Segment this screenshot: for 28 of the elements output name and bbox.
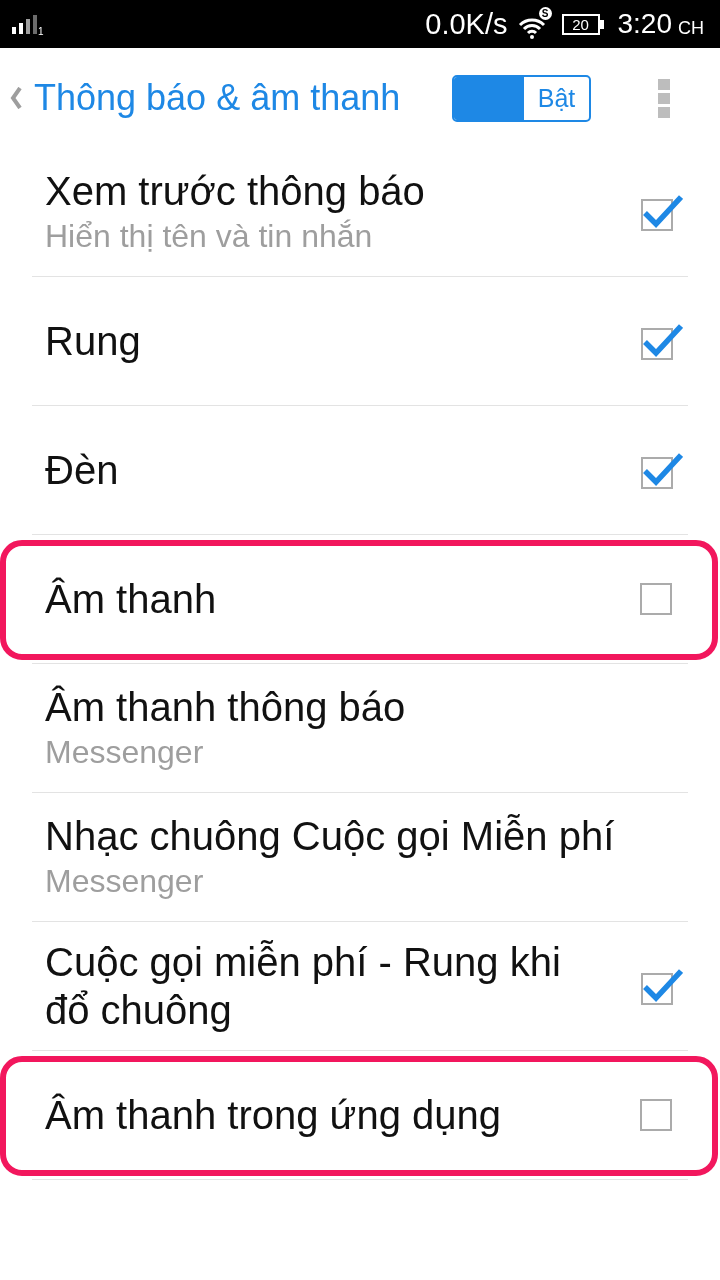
checkbox[interactable] xyxy=(641,322,683,360)
setting-title: Âm thanh xyxy=(45,576,217,623)
checkbox[interactable] xyxy=(641,451,683,489)
checkbox[interactable] xyxy=(641,193,683,231)
setting-title: Âm thanh trong ứng dụng xyxy=(45,1092,501,1139)
screen-title: Thông báo & âm thanh xyxy=(34,76,402,120)
setting-title: Đèn xyxy=(45,447,119,494)
setting-summary: Messenger xyxy=(45,733,204,772)
sim-slot-label: 1 xyxy=(38,26,44,37)
checkbox[interactable] xyxy=(640,583,672,615)
checkbox[interactable] xyxy=(640,1099,672,1131)
setting-title: Âm thanh thông báo xyxy=(45,684,406,731)
network-speed: 0.0K/s xyxy=(425,8,508,40)
wifi-badge: S xyxy=(538,7,552,20)
time-suffix: CH xyxy=(678,18,704,38)
setting-summary: Hiển thị tên và tin nhắn xyxy=(45,217,373,256)
signal-icon xyxy=(12,14,37,34)
wifi-icon xyxy=(517,17,546,39)
back-icon[interactable] xyxy=(10,87,22,109)
setting-title: Cuộc gọi miễn phí - Rung khi đổ chuông xyxy=(45,939,562,1034)
more-icon[interactable] xyxy=(658,78,670,118)
checkbox[interactable] xyxy=(641,967,683,1005)
setting-title: Xem trước thông báo xyxy=(45,168,425,215)
setting-summary: Messenger xyxy=(45,862,204,901)
clock-time: 3:20 xyxy=(617,8,672,40)
setting-title: Rung xyxy=(45,318,141,365)
toggle-switch[interactable]: Bật xyxy=(452,74,591,122)
setting-title: Nhạc chuông Cuộc gọi Miễn phí xyxy=(45,813,615,860)
